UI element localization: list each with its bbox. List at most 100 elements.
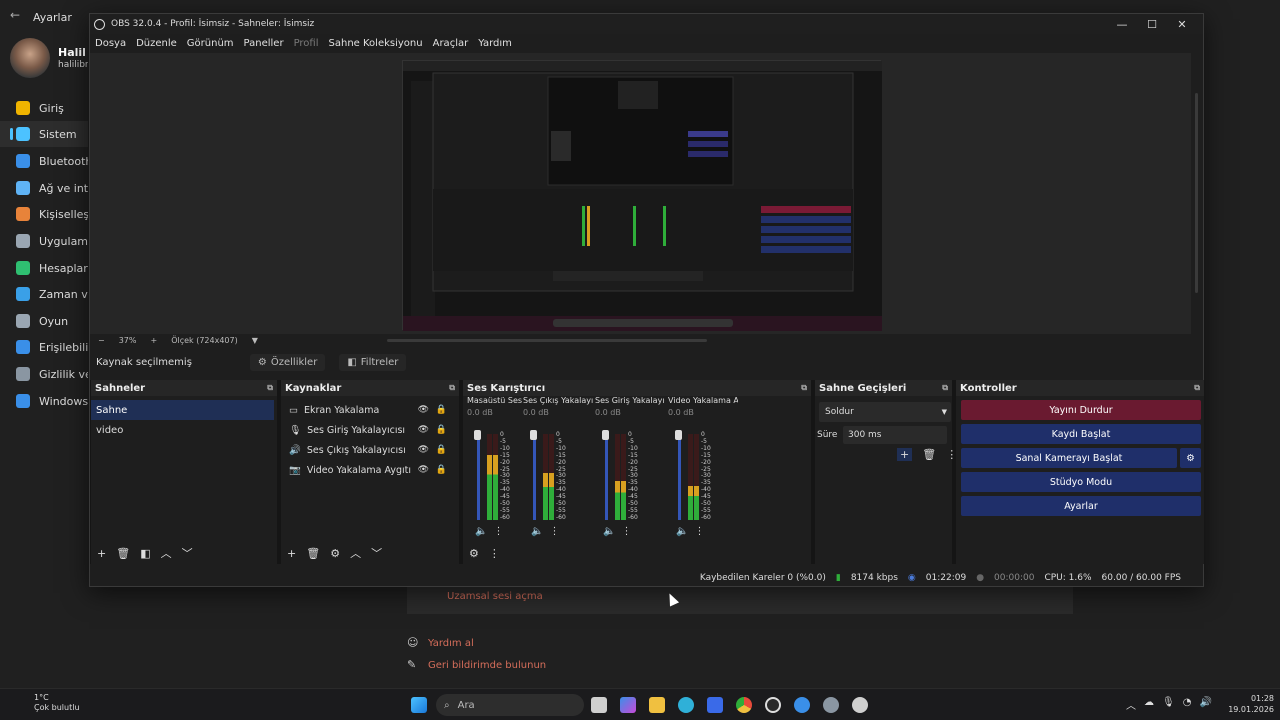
menu-araclar[interactable]: Araçlar	[433, 38, 469, 49]
up-icon[interactable]: ︿	[161, 545, 172, 561]
volume-slider[interactable]	[605, 434, 608, 520]
mute-icon[interactable]: 🔈	[475, 526, 487, 537]
scale-dropdown-icon[interactable]: ▼	[252, 336, 258, 345]
menu-dosya[interactable]: Dosya	[95, 38, 126, 49]
mute-icon[interactable]: 🔈	[603, 526, 615, 537]
trash-icon[interactable]: 🗑	[116, 547, 130, 560]
volume-slider[interactable]	[533, 434, 536, 520]
undock-icon[interactable]: ⧉	[267, 383, 273, 393]
minimize-icon[interactable]: —	[1107, 14, 1137, 34]
undock-icon[interactable]: ⧉	[942, 383, 948, 393]
network-icon[interactable]: ◔	[1183, 697, 1192, 712]
more-icon[interactable]: ⋮	[621, 526, 631, 537]
lock-icon[interactable]: 🔒	[436, 445, 447, 455]
back-arrow-icon[interactable]: ←	[10, 8, 20, 22]
volume-icon[interactable]: 🔊	[1199, 697, 1211, 712]
down-icon[interactable]: ﹀	[371, 545, 382, 561]
virtual-camera-gear-icon[interactable]: ⚙	[1180, 448, 1201, 468]
store-icon[interactable]	[707, 697, 723, 713]
close-icon[interactable]: ✕	[1167, 14, 1197, 34]
app-icon[interactable]	[794, 697, 810, 713]
nav-item[interactable]: Bluetooth ve	[0, 148, 88, 174]
add-icon[interactable]: +	[287, 547, 296, 560]
avatar[interactable]	[10, 38, 50, 78]
nav-item[interactable]: Giriş	[0, 95, 88, 121]
copilot-icon[interactable]	[620, 697, 636, 713]
filter-icon[interactable]: ◧	[140, 547, 150, 560]
lock-icon[interactable]: 🔒	[436, 425, 447, 435]
menu-profil[interactable]: Profil	[294, 38, 319, 49]
nav-item[interactable]: Sistem	[0, 121, 88, 147]
volume-slider-handle[interactable]	[474, 430, 481, 440]
file-explorer-icon[interactable]	[649, 697, 665, 713]
nav-item[interactable]: Oyun	[0, 308, 88, 334]
nav-item[interactable]: Kişiselleştir	[0, 201, 88, 227]
zoom-out-icon[interactable]: −	[98, 336, 105, 345]
eye-icon[interactable]: 👁	[418, 465, 429, 475]
volume-slider[interactable]	[678, 434, 681, 520]
cloud-icon[interactable]: ☁	[1144, 697, 1154, 712]
volume-slider-handle[interactable]	[675, 430, 682, 440]
horizontal-scrollbar[interactable]	[387, 339, 707, 342]
edge-icon[interactable]	[678, 697, 694, 713]
chrome-icon[interactable]	[736, 697, 752, 713]
chevron-up-icon[interactable]: ︿	[1126, 697, 1136, 712]
nav-item[interactable]: Gizlilik ve gü	[0, 361, 88, 387]
filters-button[interactable]: ◧ Filtreler	[339, 353, 407, 371]
menu-gorunum[interactable]: Görünüm	[187, 38, 234, 49]
microphone-icon[interactable]: 🎙	[1162, 697, 1175, 712]
spatial-sound-link[interactable]: Uzamsal sesi açma	[447, 591, 543, 602]
lock-icon[interactable]: 🔒	[436, 405, 447, 415]
menu-sahne-koleksiyonu[interactable]: Sahne Koleksiyonu	[329, 38, 423, 49]
start-icon[interactable]	[411, 697, 427, 713]
nav-item[interactable]: Ağ ve intern	[0, 175, 88, 201]
add-icon[interactable]: +	[97, 547, 106, 560]
maximize-icon[interactable]: ☐	[1137, 14, 1167, 34]
preview-canvas[interactable]	[402, 60, 882, 331]
trash-icon[interactable]: 🗑	[306, 547, 320, 560]
scale-label[interactable]: Ölçek (724x407)	[171, 336, 238, 345]
menu-duzenle[interactable]: Düzenle	[136, 38, 177, 49]
volume-slider-handle[interactable]	[602, 430, 609, 440]
scene-item[interactable]: video	[91, 420, 277, 440]
obs-taskbar-icon[interactable]	[765, 697, 781, 713]
volume-slider-handle[interactable]	[530, 430, 537, 440]
undock-icon[interactable]: ⧉	[1194, 383, 1200, 393]
search-input[interactable]: ⌕ Ara	[436, 694, 584, 716]
studio-mode-button[interactable]: Stüdyo Modu	[961, 472, 1201, 492]
mute-icon[interactable]: 🔈	[531, 526, 543, 537]
mouse-app-icon[interactable]	[852, 697, 868, 713]
source-item[interactable]: 📷 Video Yakalama Aygıtı 👁 🔒	[281, 460, 459, 480]
trash-icon[interactable]: 🗑	[922, 448, 936, 461]
weather-widget[interactable]: 1°C Çok bulutlu	[14, 693, 80, 713]
up-icon[interactable]: ︿	[350, 545, 361, 561]
duration-input[interactable]: 300 ms	[843, 426, 947, 444]
nav-item[interactable]: Uygulamala	[0, 228, 88, 254]
task-view-icon[interactable]	[591, 697, 607, 713]
settings-button[interactable]: Ayarlar	[961, 496, 1201, 516]
start-recording-button[interactable]: Kaydı Başlat	[961, 424, 1201, 444]
preview-scrollbar[interactable]	[1191, 53, 1203, 334]
preview-area[interactable]	[90, 53, 1191, 334]
undock-icon[interactable]: ⧉	[449, 383, 455, 393]
more-icon[interactable]: ⋮	[493, 526, 503, 537]
nav-item[interactable]: Erişilebilirlik	[0, 334, 88, 360]
eye-icon[interactable]: 👁	[418, 425, 429, 435]
virtual-camera-button[interactable]: Sanal Kamerayı Başlat	[961, 448, 1177, 468]
mixer-settings-icon[interactable]: ⚙	[469, 547, 479, 560]
down-icon[interactable]: ﹀	[182, 545, 193, 561]
stop-streaming-button[interactable]: Yayını Durdur	[961, 400, 1201, 420]
eye-icon[interactable]: 👁	[418, 445, 429, 455]
nav-item[interactable]: Windows Up	[0, 388, 88, 414]
more-icon[interactable]: ⋮	[489, 547, 500, 560]
settings-taskbar-icon[interactable]	[823, 697, 839, 713]
gear-icon[interactable]: ⚙	[330, 547, 340, 560]
properties-button[interactable]: ⚙ Özellikler	[249, 353, 326, 371]
add-icon[interactable]: +	[897, 448, 913, 461]
feedback-link[interactable]: ✎ Geri bildirimde bulunun	[407, 659, 546, 671]
menu-paneller[interactable]: Paneller	[244, 38, 284, 49]
nav-item[interactable]: Hesaplar	[0, 255, 88, 281]
transition-select[interactable]: Soldur	[819, 402, 951, 422]
nav-item[interactable]: Zaman ve d	[0, 281, 88, 307]
mute-icon[interactable]: 🔈	[676, 526, 688, 537]
